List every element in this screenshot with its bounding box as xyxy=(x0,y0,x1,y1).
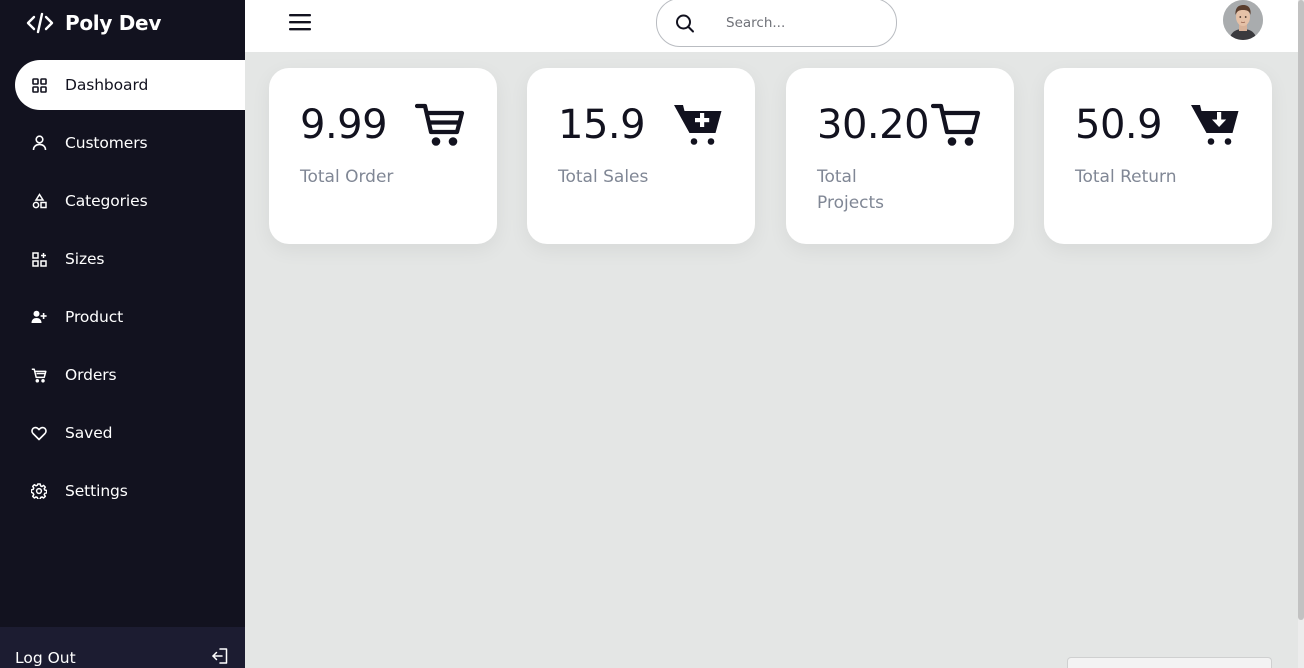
corner-widget xyxy=(1067,657,1272,668)
stat-label: Total Projects xyxy=(817,167,885,213)
search-input[interactable] xyxy=(726,14,876,31)
hamburger-menu-icon[interactable] xyxy=(288,12,312,32)
grid-icon xyxy=(31,77,47,93)
stat-card-total-projects[interactable]: 30.20 Total Projects xyxy=(786,68,1014,244)
stat-value: 15.9 xyxy=(558,102,646,148)
sidebar-item-saved[interactable]: Saved xyxy=(15,408,245,458)
search-bar[interactable] xyxy=(656,0,897,47)
search-icon[interactable] xyxy=(674,12,696,34)
sidebar-item-sizes[interactable]: Sizes xyxy=(15,234,245,284)
sidebar-item-customers[interactable]: Customers xyxy=(15,118,245,168)
logout-icon xyxy=(211,647,229,665)
stat-card-total-return[interactable]: 50.9 Total Return xyxy=(1044,68,1272,244)
stat-value: 30.20 xyxy=(817,102,930,148)
sidebar-item-dashboard[interactable]: Dashboard xyxy=(15,60,245,110)
sidebar-item-label: Settings xyxy=(65,482,128,500)
stat-label: Total Return xyxy=(1075,167,1177,187)
brand-name: Poly Dev xyxy=(65,11,162,35)
cart-icon xyxy=(31,367,47,383)
sidebar-nav: Dashboard Customers Categories Sizes Pro… xyxy=(15,60,245,524)
sidebar-item-label: Customers xyxy=(65,134,148,152)
page-scrollbar[interactable] xyxy=(1298,0,1304,668)
stat-value: 50.9 xyxy=(1075,102,1163,148)
sidebar: Poly Dev Dashboard Customers Categories … xyxy=(0,0,245,668)
cart-outline-icon xyxy=(930,102,981,148)
sidebar-item-label: Categories xyxy=(65,192,148,210)
scrollbar-thumb[interactable] xyxy=(1298,0,1304,620)
code-icon xyxy=(26,12,54,34)
heart-icon xyxy=(31,425,47,441)
sidebar-item-label: Dashboard xyxy=(65,76,149,94)
sidebar-item-product[interactable]: Product xyxy=(15,292,245,342)
gear-icon xyxy=(31,483,47,499)
stat-card-total-sales[interactable]: 15.9 Total Sales xyxy=(527,68,755,244)
cart-arrow-down-icon xyxy=(1190,102,1240,148)
user-icon xyxy=(31,135,47,151)
cart-plus-icon xyxy=(673,102,723,148)
topbar xyxy=(245,0,1298,52)
sidebar-item-label: Sizes xyxy=(65,250,105,268)
logout-button[interactable]: Log Out xyxy=(0,627,245,668)
user-avatar[interactable] xyxy=(1223,0,1263,40)
stat-value: 9.99 xyxy=(300,102,388,148)
sidebar-item-label: Saved xyxy=(65,424,113,442)
user-plus-icon xyxy=(31,309,47,325)
stat-card-total-order[interactable]: 9.99 Total Order xyxy=(269,68,497,244)
stat-label: Total Order xyxy=(300,167,394,187)
sidebar-item-orders[interactable]: Orders xyxy=(15,350,245,400)
stat-label: Total Sales xyxy=(558,167,649,187)
brand[interactable]: Poly Dev xyxy=(26,10,161,36)
shapes-icon xyxy=(31,193,47,209)
cart-icon xyxy=(414,102,465,148)
logout-label: Log Out xyxy=(15,649,76,667)
sidebar-item-settings[interactable]: Settings xyxy=(15,466,245,516)
sidebar-item-label: Orders xyxy=(65,366,117,384)
apps-icon xyxy=(31,251,47,267)
sidebar-item-label: Product xyxy=(65,308,124,326)
sidebar-item-categories[interactable]: Categories xyxy=(15,176,245,226)
